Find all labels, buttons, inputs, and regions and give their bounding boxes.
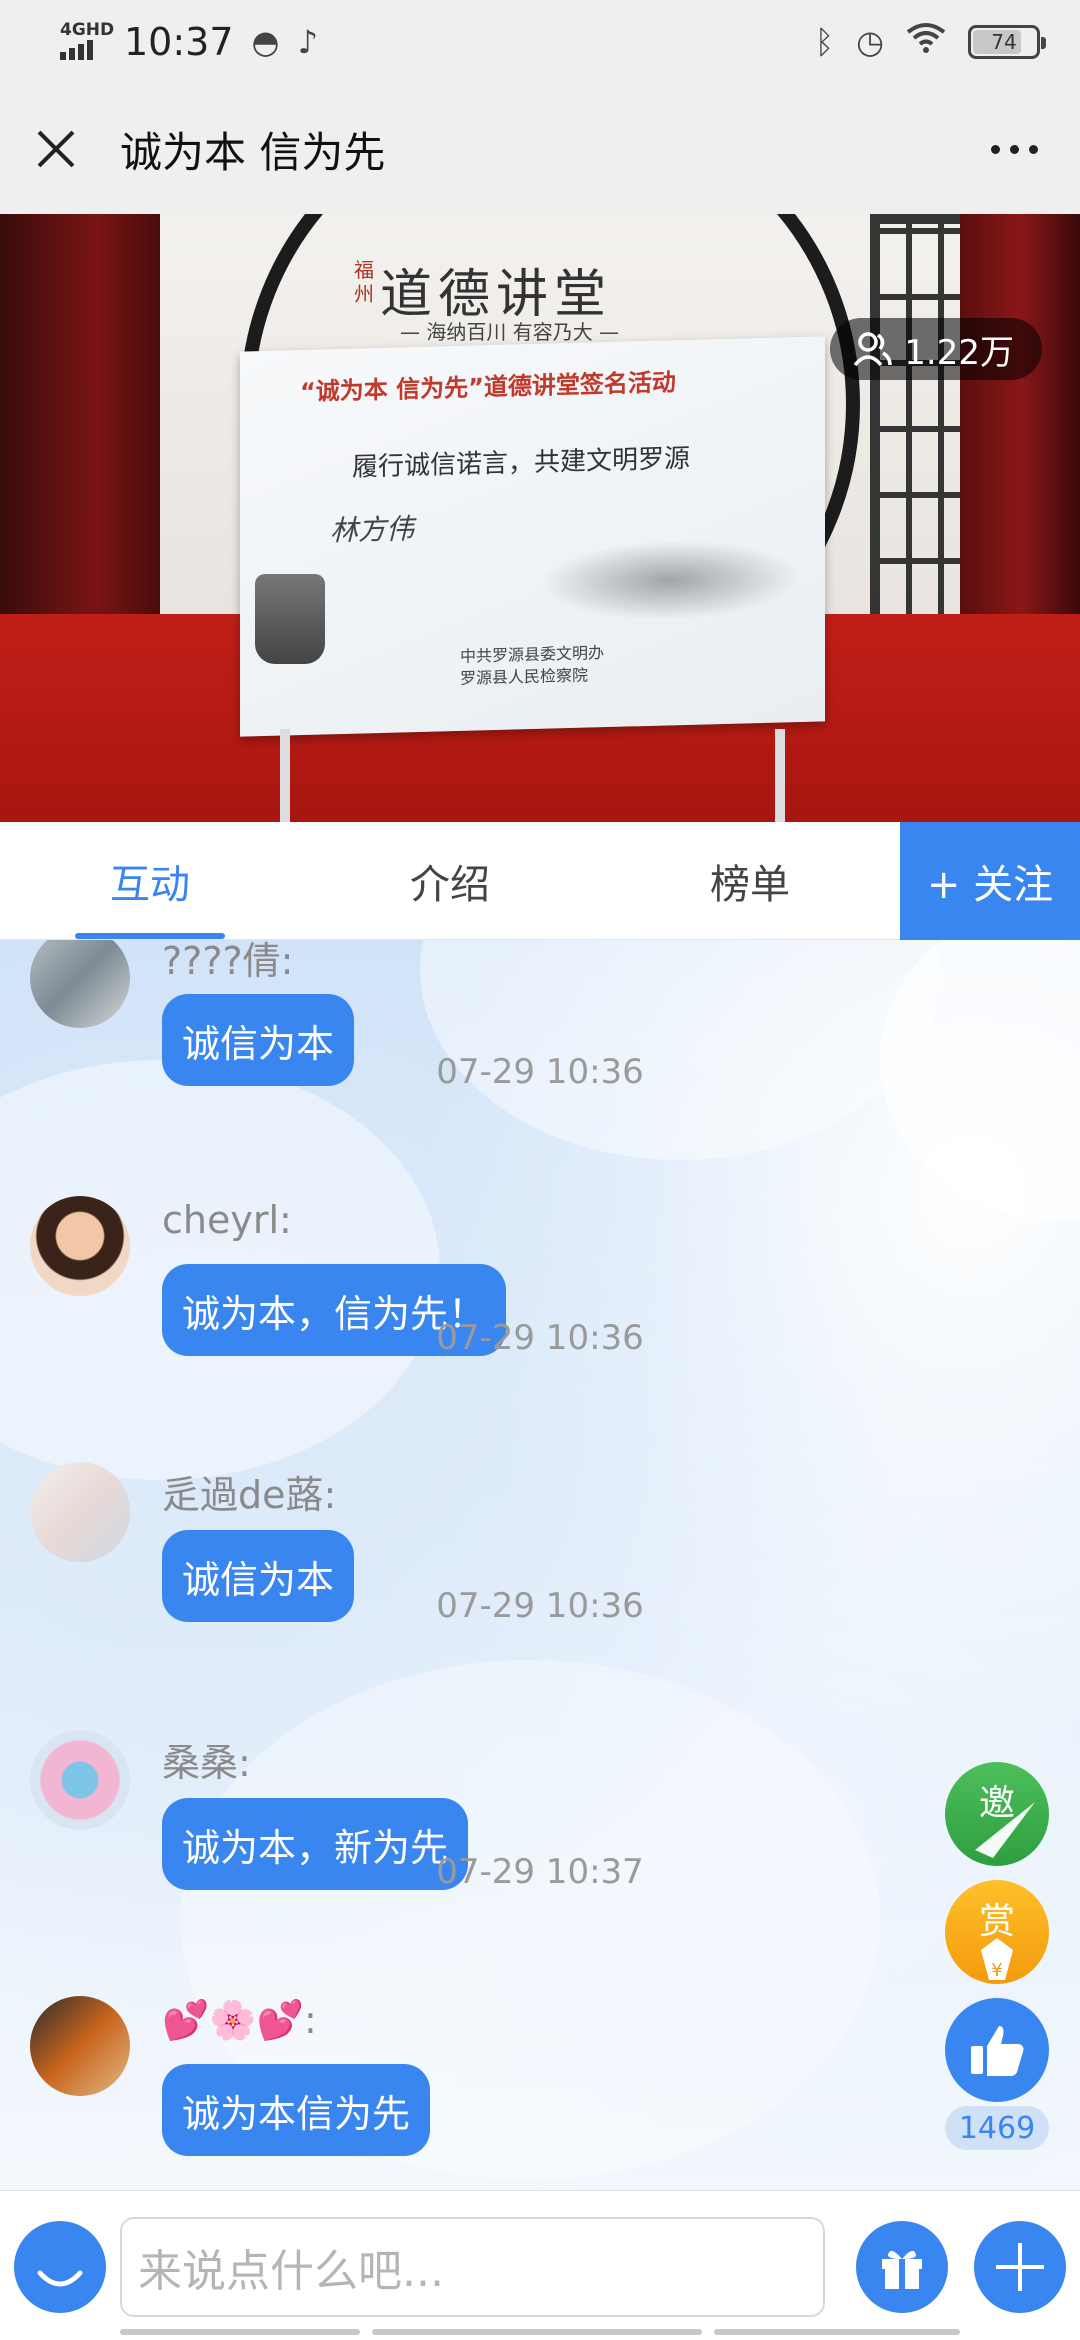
tab-intro[interactable]: 介绍 [300, 822, 600, 939]
bluetooth-icon: ᛒ [814, 23, 835, 61]
close-icon[interactable] [32, 125, 80, 173]
coin-bag-icon: ¥ [981, 1938, 1013, 1981]
message-time: 07-29 10:36 [436, 1318, 644, 1358]
message-username: cheyrl: [162, 1198, 292, 1242]
viewers-icon [853, 332, 893, 367]
board-footer-line-2: 罗源县人民检察院 [460, 665, 589, 688]
signature-board: “诚为本 信为先”道德讲堂签名活动 履行诚信诺言，共建文明罗源 林方伟 中共罗源… [240, 336, 825, 737]
thumbs-up-icon [971, 2026, 1024, 2076]
message-username: 桑桑: [162, 1741, 251, 1785]
qq-icon: ◓ [251, 23, 280, 61]
reward-button[interactable]: 赏 ¥ [945, 1880, 1049, 1984]
bronze-cauldron [255, 574, 325, 664]
follow-button[interactable]: + 关注 [900, 822, 1080, 940]
invite-button[interactable]: 邀 [945, 1762, 1049, 1866]
board-footer: 中共罗源县委文明办 罗源县人民检察院 [460, 642, 604, 690]
board-signature: 林方伟 [330, 512, 415, 548]
message-time: 07-29 10:36 [436, 1586, 644, 1626]
gift-icon[interactable] [856, 2221, 948, 2313]
alarm-icon: ◷ [856, 23, 884, 61]
banner-subtitle: — 海纳百川 有容乃大 — [400, 320, 620, 344]
paper-plane-icon [975, 1802, 1035, 1858]
message-input[interactable]: 来说点什么吧... [120, 2217, 825, 2317]
message-username: ????倩: [162, 940, 294, 983]
battery-level: 74 [991, 30, 1017, 54]
tab-ranking[interactable]: 榜单 [600, 822, 900, 939]
status-bar: 4GHD 10:37 ◓ ♪ ᛒ ◷ 74 [0, 0, 1080, 84]
board-stand [775, 729, 785, 822]
avatar[interactable] [30, 1196, 130, 1296]
avatar[interactable] [30, 940, 130, 1028]
signal-icon: 4GHD [58, 20, 114, 62]
message-bubble: 诚为本信为先 [162, 2064, 431, 2156]
viewer-count: 1.22万 [904, 332, 1014, 373]
chat-list[interactable]: ????倩: 诚信为本 07-29 10:36 cheyrl: 诚为本，信为先！… [0, 940, 1080, 2190]
tab-interact[interactable]: 互动 [0, 822, 300, 939]
avatar[interactable] [30, 1730, 130, 1830]
live-video[interactable]: 福州 道德讲堂 — 海纳百川 有容乃大 — “诚为本 信为先”道德讲堂签名活动 … [0, 214, 1080, 822]
message-username: 辵過de蕗: [162, 1473, 337, 1517]
message-username: 💕🌸💕: [162, 1998, 317, 2042]
svg-text:¥: ¥ [991, 1960, 1002, 1981]
gesture-bar [714, 2329, 960, 2335]
avatar[interactable] [30, 1996, 130, 2096]
viewer-count-badge: 1.22万 [830, 318, 1042, 380]
gesture-bar [120, 2329, 360, 2335]
like-count: 1469 [945, 2106, 1049, 2150]
ink-wash-painting [540, 536, 800, 624]
emoji-icon[interactable] [14, 2221, 106, 2313]
input-bar: 来说点什么吧... [0, 2190, 1080, 2340]
more-icon[interactable] [981, 135, 1048, 164]
avatar[interactable] [30, 1462, 130, 1562]
tiktok-icon: ♪ [297, 23, 318, 61]
status-time: 10:37 [124, 20, 234, 64]
plus-icon[interactable] [974, 2221, 1066, 2313]
board-heading: “诚为本 信为先”道德讲堂签名活动 [300, 368, 676, 407]
message-time: 07-29 10:37 [436, 1852, 644, 1892]
page-title: 诚为本 信为先 [120, 127, 386, 177]
wifi-icon [906, 22, 946, 62]
message-time: 07-29 10:36 [436, 1052, 644, 1092]
like-button[interactable] [945, 1998, 1049, 2102]
board-stand [280, 729, 290, 822]
title-bar: 诚为本 信为先 [0, 84, 1080, 214]
tab-bar: 互动 介绍 榜单 + 关注 [0, 822, 1080, 940]
board-slogan: 履行诚信诺言，共建文明罗源 [352, 443, 691, 483]
network-type: 4GHD [60, 20, 115, 40]
battery-icon: 74 [968, 25, 1046, 59]
gesture-bar [372, 2329, 702, 2335]
